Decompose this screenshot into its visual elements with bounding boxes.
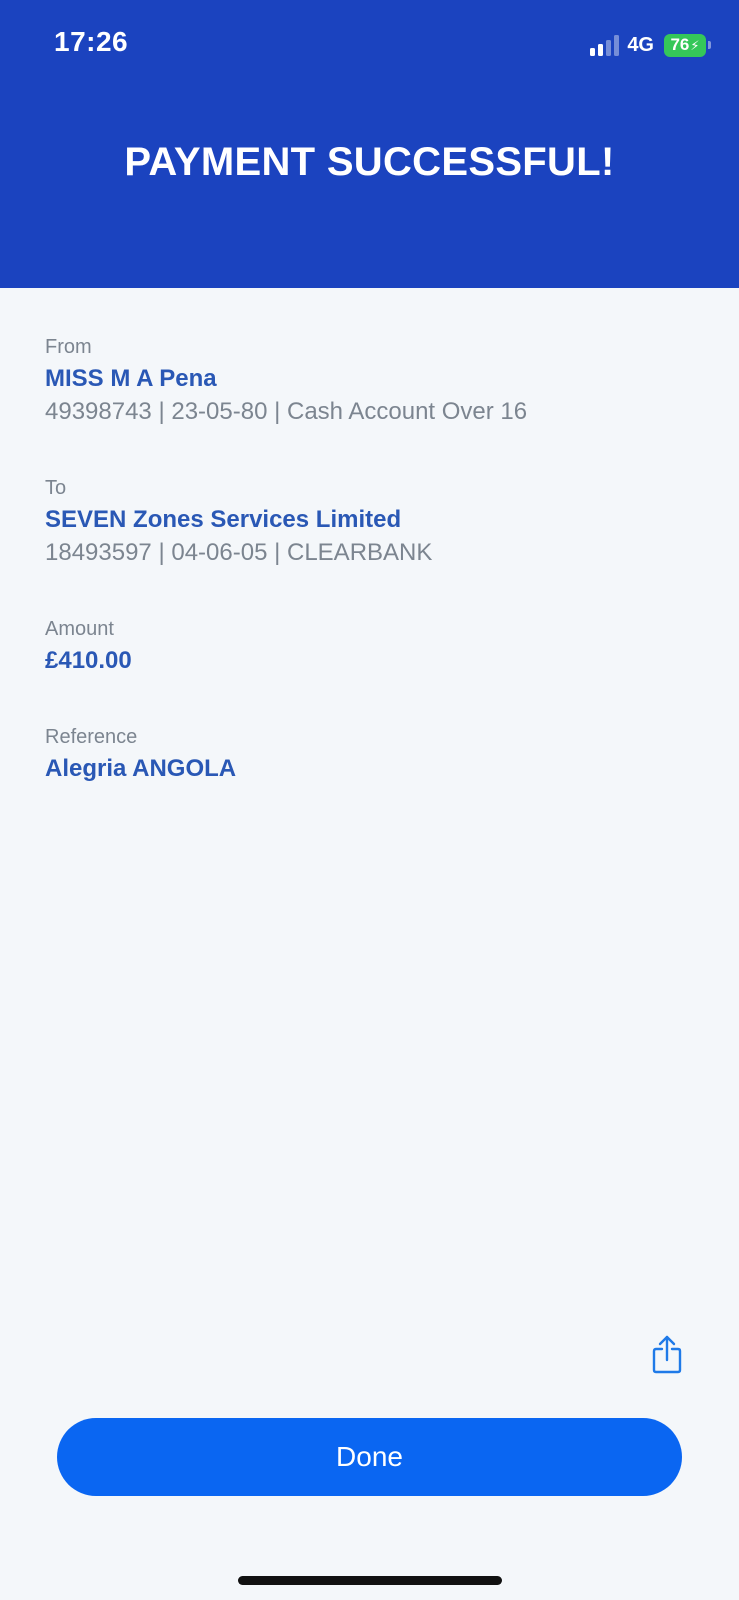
to-account: 18493597 | 04-06-05 | CLEARBANK: [45, 539, 433, 566]
page-title: PAYMENT SUCCESSFUL!: [124, 140, 615, 184]
done-button[interactable]: Done: [57, 1418, 682, 1496]
from-label: From: [45, 336, 92, 358]
reference-value: Alegria ANGOLA: [45, 755, 237, 782]
status-indicators: 4G 76 ⚡: [590, 33, 711, 57]
payment-success-screen: 17:26 4G 76 ⚡ PAYMENT SUCCESSFUL! From M…: [0, 0, 739, 1600]
amount-value: £410.00: [45, 647, 132, 674]
share-icon[interactable]: [651, 1334, 683, 1374]
charging-bolt-icon: ⚡: [690, 37, 700, 53]
battery-level: 76: [670, 35, 690, 54]
signal-icon: [590, 34, 620, 56]
from-account: 49398743 | 23-05-80 | Cash Account Over …: [45, 398, 528, 425]
network-type: 4G: [627, 33, 654, 56]
home-indicator[interactable]: [238, 1576, 502, 1585]
to-label: To: [45, 477, 67, 499]
from-name: MISS M A Pena: [45, 365, 217, 392]
battery-icon: 76 ⚡: [664, 33, 711, 57]
to-name: SEVEN Zones Services Limited: [45, 506, 402, 533]
header: 17:26 4G 76 ⚡ PAYMENT SUCCESSFUL!: [0, 0, 739, 288]
reference-label: Reference: [45, 726, 138, 748]
status-time: 17:26: [54, 26, 129, 57]
amount-label: Amount: [45, 618, 114, 640]
